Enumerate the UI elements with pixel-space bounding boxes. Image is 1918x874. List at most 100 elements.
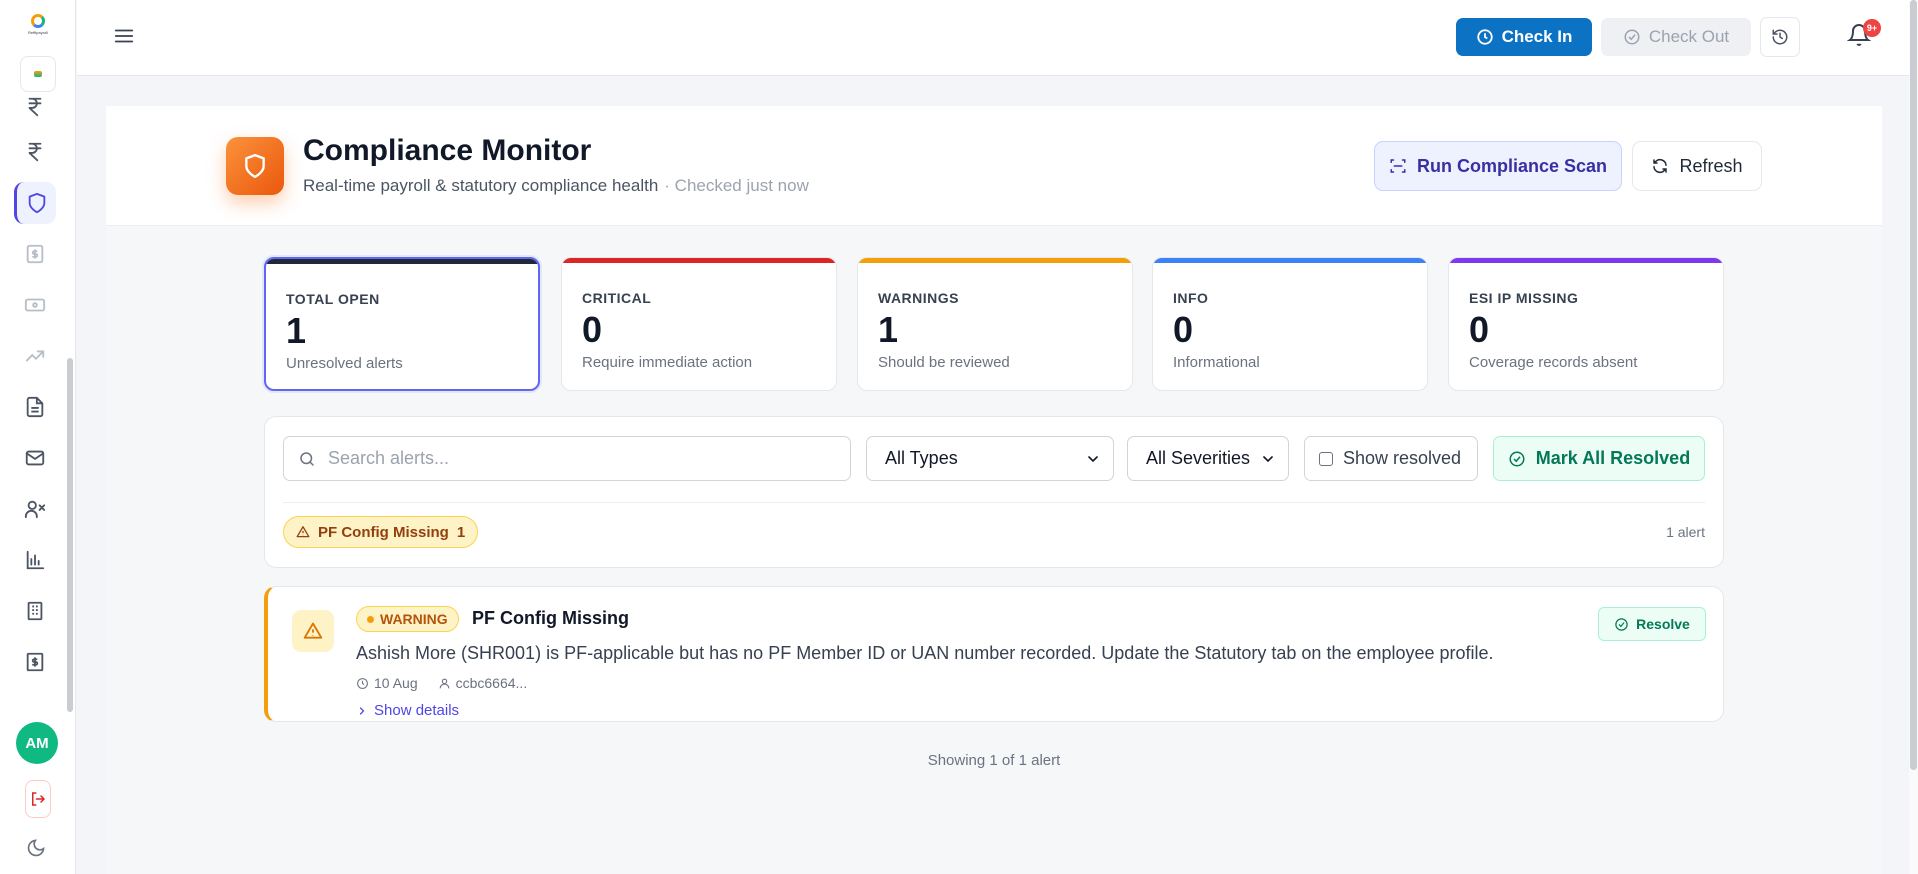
- show-resolved-label: Show resolved: [1343, 448, 1462, 468]
- refresh-icon: [1653, 158, 1668, 174]
- receipt-icon: [26, 652, 44, 672]
- severity-filter-value: All Severities: [1146, 448, 1251, 468]
- resolve-label: Resolve: [1636, 616, 1690, 632]
- history-icon: [1772, 29, 1788, 45]
- sidebar-item-salary[interactable]: [14, 131, 56, 173]
- stat-label: CRITICAL: [582, 290, 652, 306]
- stat-card-info[interactable]: INFO 0 Informational: [1152, 257, 1428, 391]
- alert-item: WARNING PF Config Missing Ashish More (S…: [264, 586, 1724, 722]
- sidebar-scrollbar[interactable]: [67, 358, 73, 712]
- resolve-button[interactable]: Resolve: [1598, 607, 1706, 641]
- stat-description: Unresolved alerts: [286, 355, 403, 372]
- show-details-label: Show details: [374, 702, 460, 719]
- notifications-button[interactable]: 9+: [1846, 19, 1881, 53]
- scan-icon: [1390, 159, 1406, 173]
- chip-count: 1: [456, 523, 466, 541]
- logo-mark-icon: [31, 14, 45, 28]
- mark-all-label: Mark All Resolved: [1535, 448, 1691, 468]
- stat-card-critical[interactable]: CRITICAL 0 Require immediate action: [561, 257, 837, 391]
- page-subtitle: Real-time payroll & statutory compliance…: [303, 176, 809, 196]
- show-resolved-checkbox[interactable]: Show resolved: [1304, 436, 1478, 481]
- search-placeholder: Search alerts...: [328, 448, 450, 468]
- checkbox-box[interactable]: [1319, 451, 1333, 466]
- alert-date-text: 10 Aug: [374, 675, 418, 691]
- main-content: Compliance Monitor Real-time payroll & s…: [106, 106, 1882, 874]
- page-header: Compliance Monitor Real-time payroll & s…: [106, 106, 1882, 226]
- severity-badge: WARNING: [356, 606, 459, 632]
- severity-filter-select[interactable]: All Severities: [1127, 436, 1289, 481]
- sidebar-item-reports[interactable]: [14, 539, 56, 581]
- alert-type-chip[interactable]: PF Config Missing 1: [283, 516, 479, 548]
- alert-user-text: ccbc6664...: [455, 675, 528, 691]
- run-compliance-scan-button[interactable]: Run Compliance Scan: [1374, 141, 1622, 191]
- chip-label: PF Config Missing: [318, 523, 449, 541]
- mark-all-resolved-button[interactable]: Mark All Resolved: [1493, 436, 1705, 481]
- stat-label: ESI IP MISSING: [1469, 290, 1579, 306]
- sidebar-item-exits[interactable]: [14, 488, 56, 530]
- filter-bar: Search alerts... All Types All Severitie…: [264, 416, 1724, 568]
- moon-icon: [27, 839, 45, 857]
- bar-chart-icon: [26, 550, 45, 570]
- sidebar-item-mail[interactable]: [14, 437, 56, 479]
- menu-toggle-button[interactable]: [113, 25, 135, 52]
- compliance-shield-icon: [226, 137, 284, 195]
- chevron-down-icon: [1263, 455, 1273, 462]
- banknote-icon: [24, 298, 46, 312]
- user-icon: [439, 678, 449, 688]
- subtitle-text: Real-time payroll & statutory compliance…: [303, 176, 659, 195]
- type-filter-select[interactable]: All Types: [866, 436, 1114, 481]
- page-scrollbar[interactable]: [1909, 0, 1918, 874]
- stat-description: Should be reviewed: [878, 354, 1010, 371]
- theme-toggle[interactable]: [26, 838, 46, 863]
- check-out-button[interactable]: Check Out: [1601, 18, 1751, 56]
- alert-title: PF Config Missing: [472, 608, 629, 628]
- stat-card-esi-ip-missing[interactable]: ESI IP MISSING 0 Coverage records absent: [1448, 257, 1724, 391]
- dollar-doc-icon: [26, 244, 44, 264]
- alert-description: Ashish More (SHR001) is PF-applicable bu…: [356, 643, 1494, 663]
- stat-value: 1: [878, 309, 899, 350]
- rupee-icon: [28, 97, 42, 117]
- top-bar: Check In Check Out 9+: [77, 0, 1918, 76]
- logout-button[interactable]: [25, 780, 51, 818]
- org-switcher[interactable]: [20, 56, 56, 92]
- hamburger-icon: [114, 29, 134, 43]
- sidebar-item-reimbursements[interactable]: [14, 284, 56, 326]
- stat-accent-bar: [858, 258, 1132, 263]
- sidebar-item-payslips[interactable]: [14, 233, 56, 275]
- sidebar-item-compliance[interactable]: [14, 182, 56, 224]
- avatar[interactable]: AM: [16, 722, 58, 764]
- attendance-history-button[interactable]: [1760, 17, 1800, 57]
- sidebar-item-documents[interactable]: [14, 386, 56, 428]
- sidebar-item-billing[interactable]: [14, 641, 56, 683]
- user-x-icon: [24, 500, 46, 519]
- divider: [283, 502, 1705, 503]
- stat-value: 1: [286, 310, 307, 351]
- notification-badge: 9+: [1863, 19, 1881, 37]
- logout-icon: [32, 792, 46, 806]
- file-text-icon: [26, 396, 44, 418]
- alert-count-text: 1 alert: [1666, 524, 1705, 540]
- stat-accent-bar: [266, 259, 538, 264]
- stat-value: 0: [1469, 309, 1490, 350]
- check-in-label: Check In: [1501, 27, 1573, 46]
- page-scrollbar-thumb[interactable]: [1910, 0, 1917, 770]
- stat-value: 0: [582, 309, 603, 350]
- stat-accent-bar: [562, 258, 836, 263]
- check-in-button[interactable]: Check In: [1456, 18, 1592, 56]
- stat-card-warnings[interactable]: WARNINGS 1 Should be reviewed: [857, 257, 1133, 391]
- mail-icon: [25, 450, 45, 466]
- sidebar-item-growth[interactable]: [14, 335, 56, 377]
- type-filter-value: All Types: [885, 448, 958, 468]
- show-details-link[interactable]: Show details: [356, 702, 459, 719]
- logo-text: Reffipayroll: [28, 30, 48, 35]
- severity-dot: [367, 615, 374, 623]
- stat-label: WARNINGS: [878, 290, 959, 306]
- search-input[interactable]: Search alerts...: [283, 436, 851, 481]
- refresh-button[interactable]: Refresh: [1632, 141, 1762, 191]
- severity-label: WARNING: [380, 611, 448, 627]
- alert-user: ccbc6664...: [438, 675, 528, 691]
- app-logo[interactable]: Reffipayroll: [22, 14, 54, 42]
- sidebar-item-company[interactable]: [14, 590, 56, 632]
- stat-card-total-open[interactable]: TOTAL OPEN 1 Unresolved alerts: [264, 257, 540, 391]
- sidebar-item-payroll[interactable]: [14, 92, 56, 122]
